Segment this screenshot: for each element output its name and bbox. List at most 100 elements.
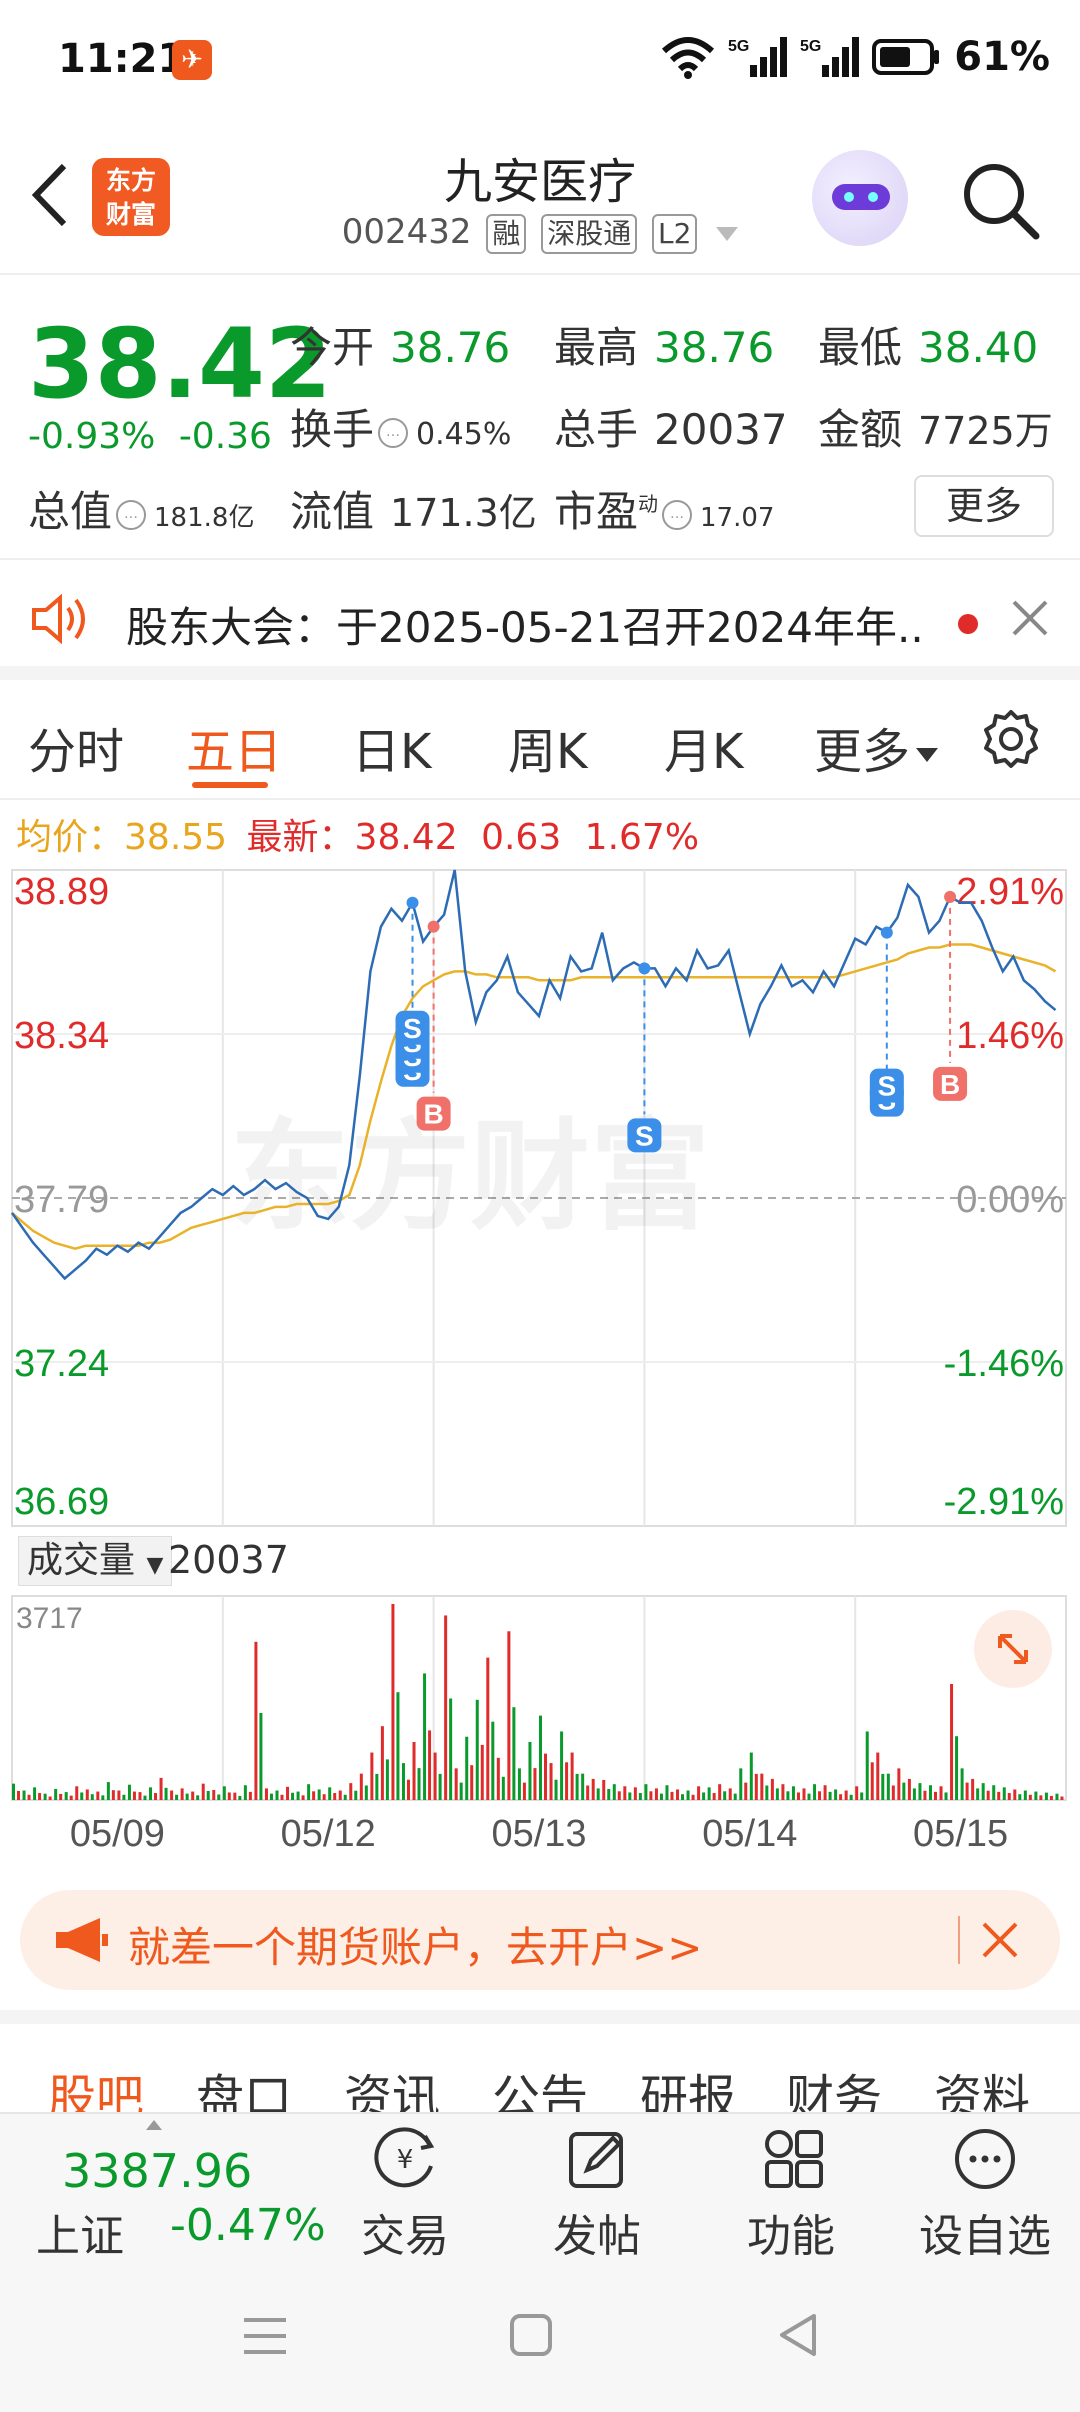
volume-value: 20037 bbox=[168, 1538, 289, 1582]
volume-bar bbox=[834, 1789, 838, 1800]
tab-intraday[interactable]: 分时 bbox=[28, 712, 124, 782]
volume-bar bbox=[286, 1786, 290, 1800]
gear-icon[interactable] bbox=[980, 708, 1042, 770]
amount-field: 金额 7725万 bbox=[818, 405, 1053, 454]
volume-bar bbox=[781, 1784, 785, 1800]
volume-bar bbox=[659, 1793, 663, 1800]
y-tick-right: -2.91% bbox=[944, 1481, 1064, 1523]
functions-button[interactable]: 功能 bbox=[716, 2126, 866, 2264]
announcement-bar[interactable]: 股东大会：于2025-05-21召开2024年年... bbox=[0, 562, 1080, 680]
speaker-icon bbox=[32, 594, 85, 644]
volume-bar bbox=[269, 1793, 273, 1800]
volume-bar bbox=[1049, 1795, 1053, 1800]
stock-code: 002432 bbox=[341, 212, 472, 252]
tab-weekly-k[interactable]: 周K bbox=[508, 712, 587, 782]
volume-bar bbox=[212, 1789, 216, 1800]
volume-bar bbox=[638, 1793, 642, 1800]
close-icon[interactable] bbox=[1010, 598, 1050, 638]
volume-bar bbox=[17, 1791, 20, 1800]
y-tick-right: 0.00% bbox=[956, 1179, 1064, 1221]
level2-tag: L2 bbox=[652, 214, 698, 254]
search-icon[interactable] bbox=[960, 160, 1042, 242]
more-quote-button[interactable]: 更多 bbox=[914, 475, 1054, 537]
y-tick-left: 38.34 bbox=[14, 1015, 109, 1057]
assistant-robot-icon[interactable] bbox=[812, 150, 908, 246]
y-axis-left: 38.89 38.34 37.79 37.24 36.69 bbox=[14, 871, 109, 1523]
volume-bar bbox=[775, 1788, 779, 1800]
volume-bar bbox=[1013, 1789, 1017, 1800]
volume-indicator-select[interactable]: 成交量 ▼ bbox=[18, 1536, 173, 1586]
volume-bar bbox=[876, 1752, 880, 1800]
info-icon[interactable]: … bbox=[116, 499, 147, 530]
edit-icon bbox=[569, 2132, 623, 2188]
low-field: 最低 38.40 bbox=[818, 323, 1039, 372]
volume-bar bbox=[676, 1789, 680, 1800]
volume-bar bbox=[69, 1795, 73, 1800]
volume-bar bbox=[438, 1773, 442, 1800]
volume-bar bbox=[170, 1790, 174, 1800]
x-tick-label: 05/14 bbox=[702, 1813, 797, 1855]
wifi-icon bbox=[662, 37, 715, 79]
volume-bar bbox=[770, 1778, 774, 1800]
tab-monthly-k[interactable]: 月K bbox=[664, 712, 743, 782]
margin-tag: 融 bbox=[486, 214, 527, 254]
volume-bar bbox=[997, 1791, 1001, 1800]
volume-bar bbox=[723, 1791, 727, 1800]
volume-bar bbox=[54, 1788, 58, 1800]
chart-grid bbox=[11, 869, 1067, 1801]
expand-chart-button[interactable] bbox=[974, 1610, 1052, 1688]
svg-text:5G: 5G bbox=[800, 38, 821, 55]
volume-bar bbox=[886, 1773, 890, 1800]
volume-bar bbox=[1018, 1794, 1022, 1800]
volume-bar bbox=[496, 1757, 500, 1800]
trade-button[interactable]: ¥ 交易 bbox=[330, 2126, 480, 2264]
volume-bar bbox=[238, 1795, 242, 1800]
tab-five-day[interactable]: 五日 bbox=[186, 712, 282, 782]
volume-bar bbox=[201, 1783, 205, 1800]
volume-bar bbox=[465, 1736, 469, 1800]
quote-panel: 38.42 -0.93% -0.36 今开 38.76 最高 38.76 最低 38.… bbox=[0, 278, 1080, 560]
futures-promo-banner[interactable]: 就差一个期货账户，去开户>> bbox=[20, 1890, 1060, 1990]
tab-daily-k[interactable]: 日K bbox=[352, 712, 431, 782]
open-field: 今开 38.76 bbox=[290, 323, 511, 372]
volume-bar bbox=[976, 1788, 980, 1800]
volume-bar bbox=[486, 1657, 490, 1800]
info-icon[interactable]: … bbox=[378, 417, 409, 448]
volume-bar bbox=[33, 1787, 37, 1800]
volume-bar bbox=[164, 1787, 168, 1800]
volume-bar bbox=[1002, 1787, 1006, 1800]
more-dots-icon bbox=[955, 2129, 1015, 2189]
x-tick-label: 05/12 bbox=[281, 1813, 376, 1855]
recent-apps-icon[interactable] bbox=[240, 2314, 290, 2358]
volume-bar bbox=[965, 1782, 969, 1800]
add-watchlist-button[interactable]: 设自选 bbox=[910, 2126, 1060, 2264]
close-icon[interactable] bbox=[980, 1920, 1020, 1960]
volume-bar bbox=[259, 1712, 263, 1800]
volume-bar bbox=[454, 1768, 458, 1800]
stock-header: 东方 财富 九安医疗 002432 融 深股通 L2 bbox=[0, 120, 1080, 275]
volume-bar bbox=[328, 1787, 332, 1800]
volume-bar bbox=[254, 1641, 258, 1800]
back-icon[interactable] bbox=[776, 2312, 820, 2358]
high-field: 最高 38.76 bbox=[554, 323, 775, 372]
volume-bar bbox=[227, 1792, 231, 1800]
volume-bar bbox=[839, 1794, 843, 1800]
volume-bar bbox=[333, 1793, 337, 1800]
volume-bar bbox=[844, 1790, 848, 1800]
home-icon[interactable] bbox=[508, 2312, 554, 2358]
stock-code-row[interactable]: 002432 融 深股通 L2 bbox=[0, 212, 1080, 254]
volume-bar bbox=[138, 1792, 142, 1800]
volume-bar bbox=[349, 1783, 353, 1800]
info-icon[interactable]: … bbox=[662, 499, 693, 530]
market-cap-field: 总值… 181.8亿 bbox=[28, 487, 255, 536]
last-price: 38.42 bbox=[28, 308, 332, 420]
post-button[interactable]: 发帖 bbox=[522, 2126, 672, 2264]
five-day-chart[interactable]: 东方财富 38.8938.3437.7937.2436.69 2.91%1.46… bbox=[0, 866, 1080, 1866]
tab-more[interactable]: 更多 bbox=[814, 712, 939, 782]
announcement-text[interactable]: 股东大会：于2025-05-21召开2024年年... bbox=[126, 594, 926, 655]
volume-bar bbox=[560, 1731, 564, 1800]
volume-bar bbox=[127, 1784, 131, 1800]
index-change: -0.47% bbox=[170, 2200, 326, 2251]
connect-tag: 深股通 bbox=[541, 214, 638, 254]
y-tick-left: 37.24 bbox=[14, 1343, 109, 1385]
